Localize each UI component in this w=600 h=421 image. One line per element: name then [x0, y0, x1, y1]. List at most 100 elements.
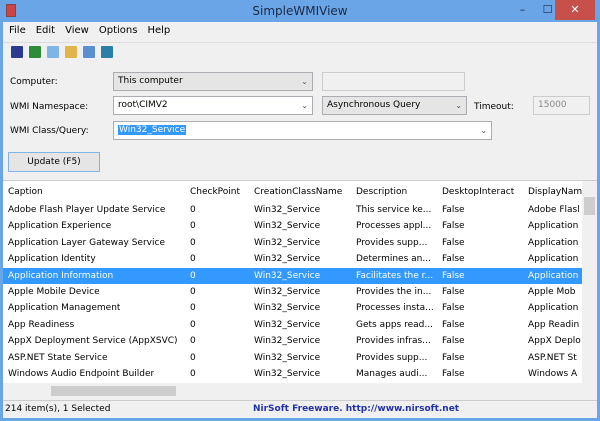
table-cell: Application: [528, 270, 579, 281]
table-cell: Application Experience: [8, 221, 112, 232]
computer-name-input[interactable]: [322, 72, 465, 91]
computer-select[interactable]: This computer ⌄: [113, 72, 313, 91]
column-checkpoint[interactable]: CheckPoint: [190, 183, 240, 201]
class-query-input[interactable]: Win32_Service ⌄: [113, 121, 492, 140]
table-cell: Adobe Flasl: [528, 205, 580, 215]
table-row[interactable]: AppX Deployment Service (AppXSVC) 0 Win32_…: [3, 333, 582, 349]
table-cell: 0: [190, 336, 196, 347]
table-cell: False: [442, 303, 465, 314]
main-window: File Edit View Options Help Computer: Th…: [3, 22, 597, 418]
table-cell: Application Layer Gateway Service: [8, 237, 165, 248]
column-creationclassname[interactable]: CreationClassName: [254, 183, 342, 201]
minimize-button[interactable]: –: [510, 0, 535, 20]
chevron-down-icon: ⌄: [455, 101, 462, 110]
table-cell: ASP.NET State Service: [8, 352, 108, 363]
table-row[interactable]: Windows Audio Endpoint Builder 0 Win32_Ser…: [3, 366, 582, 382]
table-cell: 0: [190, 237, 196, 248]
status-bar: 214 item(s), 1 Selected NirSoft Freeware…: [3, 400, 597, 418]
table-cell: Processes appl...: [356, 221, 432, 232]
horizontal-scrollbar[interactable]: [3, 383, 597, 399]
table-row[interactable]: Application Management 0 Win32_Service Proc…: [3, 300, 582, 316]
timeout-label: Timeout:: [474, 102, 514, 112]
table-row[interactable]: Apple Mobile Device 0 Win32_Service Provide…: [3, 284, 582, 300]
menu-view[interactable]: View: [65, 22, 89, 40]
table-cell: False: [442, 352, 465, 363]
namespace-value: root\CIMV2: [118, 100, 168, 110]
table-cell: 0: [190, 205, 196, 215]
menu-options[interactable]: Options: [99, 22, 138, 40]
table-cell: AppX Deplo: [528, 336, 581, 347]
table-cell: False: [442, 369, 465, 379]
item-count: 214 item(s), 1 Selected: [5, 404, 111, 414]
table-cell: False: [442, 205, 465, 215]
table-cell: 0: [190, 369, 196, 379]
horizontal-scroll-thumb[interactable]: [51, 386, 176, 396]
table-header: Caption CheckPoint CreationClassName Des…: [3, 183, 582, 201]
chevron-down-icon: ⌄: [301, 77, 308, 86]
find-icon[interactable]: [83, 45, 95, 58]
column-displayname[interactable]: DisplayNam: [528, 183, 582, 201]
update-button[interactable]: Update (F5): [8, 152, 100, 172]
table-cell: 0: [190, 352, 196, 363]
table-cell: Windows A: [528, 369, 578, 379]
table-cell: 0: [190, 221, 196, 232]
table-cell: Adobe Flash Player Update Service: [8, 205, 166, 215]
table-cell: Apple Mobile Device: [8, 287, 100, 297]
namespace-select[interactable]: root\CIMV2 ⌄: [113, 96, 313, 115]
table-row[interactable]: Application Information 0 Win32_Service Fac…: [3, 267, 582, 284]
table-cell: Application Information: [8, 270, 114, 281]
table-row[interactable]: Application Experience 0 Win32_Service Proc…: [3, 218, 582, 234]
query-mode-select[interactable]: Asynchronous Query ⌄: [322, 96, 467, 115]
column-caption[interactable]: Caption: [8, 183, 43, 201]
table-row[interactable]: ASP.NET State Service 0 Win32_Service Provi…: [3, 350, 582, 366]
table-row[interactable]: Application Layer Gateway Service 0 Win32_…: [3, 235, 582, 251]
table-cell: Application Identity: [8, 254, 96, 265]
results-table: Caption CheckPoint CreationClassName Des…: [3, 180, 597, 399]
table-cell: False: [442, 287, 465, 297]
refresh-icon[interactable]: [29, 45, 41, 58]
table-row[interactable]: Adobe Flash Player Update Service 0 Win32_…: [3, 202, 582, 218]
menu-edit[interactable]: Edit: [36, 22, 55, 40]
table-cell: Win32_Service: [254, 336, 321, 347]
table-cell: 0: [190, 319, 196, 330]
table-cell: Apple Mob: [528, 287, 576, 297]
table-cell: Application: [528, 303, 579, 314]
table-cell: False: [442, 319, 465, 330]
class-query-value: Win32_Service: [118, 125, 187, 135]
table-row[interactable]: Application Identity 0 Win32_Service Determ…: [3, 251, 582, 267]
table-cell: Application: [528, 237, 579, 248]
timeout-input[interactable]: 15000: [533, 96, 590, 115]
exit-icon[interactable]: [101, 45, 113, 58]
vertical-scrollbar[interactable]: [582, 181, 597, 383]
table-cell: Provides infras...: [356, 336, 431, 347]
table-cell: Win32_Service: [254, 205, 321, 215]
table-cell: False: [442, 237, 465, 248]
table-cell: Provides the in...: [356, 287, 432, 297]
copy-icon[interactable]: [47, 45, 59, 58]
save-icon[interactable]: [11, 45, 23, 58]
nirsoft-link[interactable]: NirSoft Freeware. http://www.nirsoft.net: [253, 401, 459, 418]
column-description[interactable]: Description: [356, 183, 407, 201]
table-row[interactable]: App Readiness 0 Win32_Service Gets apps rea…: [3, 317, 582, 333]
column-desktopinteract[interactable]: DesktopInteract: [442, 183, 514, 201]
table-cell: Win32_Service: [254, 237, 321, 248]
close-button[interactable]: ✕: [555, 0, 595, 20]
table-cell: 0: [190, 303, 196, 314]
properties-icon[interactable]: [65, 45, 77, 58]
table-cell: AppX Deployment Service (AppXSVC): [8, 336, 178, 347]
table-cell: Win32_Service: [254, 303, 321, 314]
table-cell: App Readiness: [8, 319, 75, 330]
vertical-scroll-thumb[interactable]: [584, 197, 595, 215]
table-cell: Application Management: [8, 303, 121, 314]
table-cell: Win32_Service: [254, 270, 321, 281]
computer-label: Computer:: [10, 77, 58, 87]
table-cell: False: [442, 254, 465, 265]
table-cell: Win32_Service: [254, 287, 321, 297]
table-cell: 0: [190, 270, 196, 281]
menu-file[interactable]: File: [9, 22, 26, 40]
chevron-down-icon: ⌄: [480, 126, 487, 135]
table-cell: 0: [190, 254, 196, 265]
table-cell: Manages audi...: [356, 369, 428, 379]
menu-help[interactable]: Help: [147, 22, 170, 40]
table-cell: Facilitates the r...: [356, 270, 434, 281]
